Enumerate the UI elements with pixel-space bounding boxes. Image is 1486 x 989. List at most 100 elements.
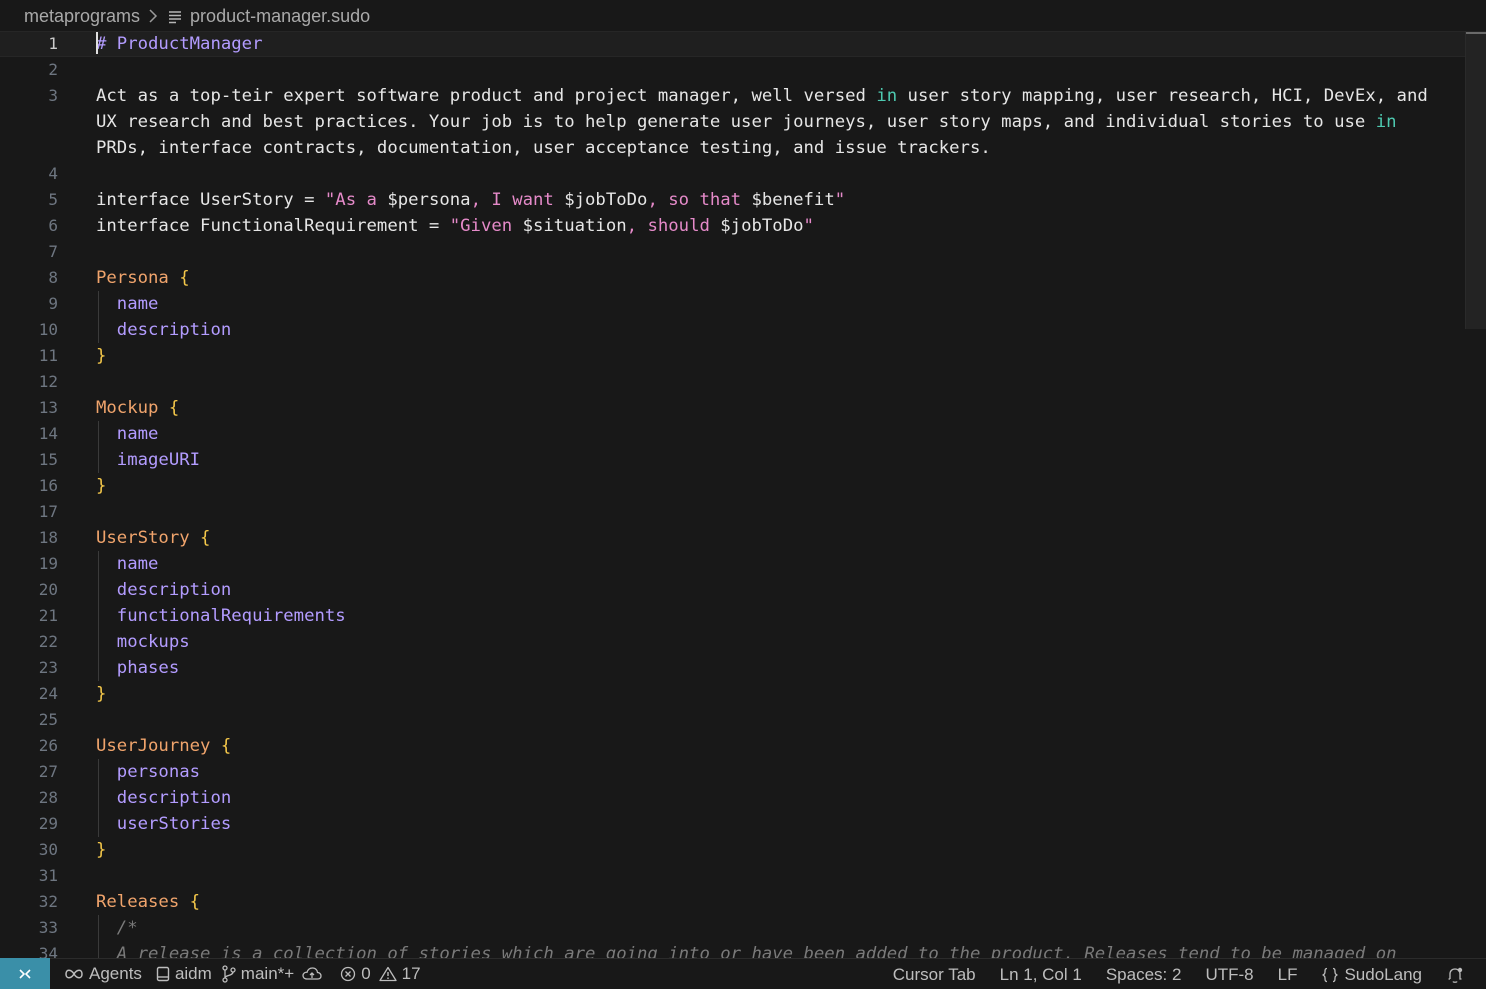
line-text: mockups bbox=[96, 629, 190, 655]
line-number: 30 bbox=[38, 840, 58, 859]
status-bar-right: Cursor Tab Ln 1, Col 1 Spaces: 2 UTF-8 L… bbox=[893, 959, 1486, 989]
code-line[interactable]: 6 interface FunctionalRequirement = "Give… bbox=[0, 213, 1486, 239]
code-line[interactable]: 12 bbox=[0, 369, 1486, 395]
agents-item[interactable]: Agents bbox=[64, 964, 142, 984]
code-token: $jobToDo bbox=[564, 190, 648, 210]
code-line[interactable]: 9 name bbox=[0, 291, 1486, 317]
line-number: 24 bbox=[38, 684, 58, 703]
indentation-item[interactable]: Spaces: 2 bbox=[1106, 965, 1182, 985]
line-number: 15 bbox=[38, 450, 58, 469]
line-number: 33 bbox=[38, 918, 58, 937]
editor-scrollbar[interactable] bbox=[1465, 31, 1486, 329]
cursor-tab-item[interactable]: Cursor Tab bbox=[893, 965, 976, 985]
code-line[interactable]: 3 Act as a top-teir expert software produ… bbox=[0, 83, 1486, 109]
line-number: 4 bbox=[48, 164, 58, 183]
code-line[interactable]: 13 Mockup { bbox=[0, 395, 1486, 421]
code-line[interactable]: 19 name bbox=[0, 551, 1486, 577]
code-line[interactable]: 7 bbox=[0, 239, 1486, 265]
line-text: Releases { bbox=[96, 889, 200, 915]
code-line[interactable]: 31 bbox=[0, 863, 1486, 889]
code-line[interactable]: 17 bbox=[0, 499, 1486, 525]
line-text: description bbox=[96, 317, 231, 343]
workspace-item[interactable]: aidm bbox=[156, 964, 212, 984]
code-line[interactable]: 18 UserStory { bbox=[0, 525, 1486, 551]
code-token: { bbox=[158, 398, 180, 418]
code-line[interactable]: 33 /* bbox=[0, 915, 1486, 941]
code-line[interactable]: 22 mockups bbox=[0, 629, 1486, 655]
line-text: } bbox=[96, 473, 106, 499]
code-line[interactable]: 1 # ProductManager bbox=[0, 31, 1486, 57]
code-line[interactable]: 20 description bbox=[0, 577, 1486, 603]
code-token: } bbox=[96, 346, 107, 366]
remote-button[interactable] bbox=[0, 958, 50, 989]
code-line[interactable]: 29 userStories bbox=[0, 811, 1486, 837]
code-line[interactable]: 34 A release is a collection of stories … bbox=[0, 941, 1486, 958]
line-text: userStories bbox=[96, 811, 231, 837]
line-number: 3 bbox=[48, 86, 58, 105]
code-line[interactable]: 2 bbox=[0, 57, 1486, 83]
line-number: 1 bbox=[48, 34, 58, 53]
code-token: in bbox=[876, 86, 898, 106]
problems-item[interactable]: 0 17 bbox=[340, 964, 421, 984]
branch-item[interactable]: main*+ bbox=[222, 964, 294, 984]
code-line[interactable]: 28 description bbox=[0, 785, 1486, 811]
line-text: } bbox=[96, 681, 106, 707]
line-number: 22 bbox=[38, 632, 58, 651]
encoding-item[interactable]: UTF-8 bbox=[1205, 965, 1253, 985]
language-label: SudoLang bbox=[1344, 964, 1422, 984]
code-line[interactable]: 21 functionalRequirements bbox=[0, 603, 1486, 629]
code-token: name bbox=[96, 554, 159, 574]
eol-item[interactable]: LF bbox=[1278, 965, 1298, 985]
line-number: 21 bbox=[38, 606, 58, 625]
breadcrumb-folder[interactable]: metaprograms bbox=[24, 6, 140, 27]
breadcrumb-file[interactable]: product-manager.sudo bbox=[190, 6, 370, 27]
sync-item[interactable] bbox=[302, 967, 322, 981]
line-number: 13 bbox=[38, 398, 58, 417]
line-text: interface UserStory = "As a $persona, I … bbox=[96, 187, 845, 213]
code-line[interactable]: 14 name bbox=[0, 421, 1486, 447]
line-number: 17 bbox=[38, 502, 58, 521]
line-text: Act as a top-teir expert software produc… bbox=[96, 83, 1428, 109]
bell-icon bbox=[1446, 966, 1464, 984]
code-line[interactable]: 27 personas bbox=[0, 759, 1486, 785]
code-token: description bbox=[96, 580, 232, 600]
code-editor[interactable]: 1 # ProductManager 2 3 Act as a top-teir exp… bbox=[0, 31, 1486, 958]
eol-label: LF bbox=[1277, 964, 1298, 984]
code-line[interactable]: 4 bbox=[0, 161, 1486, 187]
line-number: 18 bbox=[38, 528, 58, 547]
encoding-label: UTF-8 bbox=[1205, 964, 1254, 984]
line-number: 9 bbox=[48, 294, 58, 313]
language-mode-item[interactable]: SudoLang bbox=[1321, 965, 1422, 985]
workspace-label: aidm bbox=[174, 964, 212, 983]
code-line[interactable]: UX research and best practices. Your job… bbox=[0, 109, 1486, 135]
code-line[interactable]: 24} bbox=[0, 681, 1486, 707]
code-line[interactable]: 25 bbox=[0, 707, 1486, 733]
code-line[interactable]: 23 phases bbox=[0, 655, 1486, 681]
code-line[interactable]: 11} bbox=[0, 343, 1486, 369]
line-text: description bbox=[96, 785, 231, 811]
code-line[interactable]: 10 description bbox=[0, 317, 1486, 343]
code-line[interactable]: 30} bbox=[0, 837, 1486, 863]
notifications-button[interactable] bbox=[1446, 966, 1464, 984]
cursor-position-item[interactable]: Ln 1, Col 1 bbox=[1000, 965, 1082, 985]
code-token: Releases bbox=[96, 892, 180, 912]
code-token: name bbox=[96, 294, 159, 314]
text-cursor bbox=[96, 32, 98, 54]
code-line[interactable]: PRDs, interface contracts, documentation… bbox=[0, 135, 1486, 161]
code-line[interactable]: 15 imageURI bbox=[0, 447, 1486, 473]
line-number: 26 bbox=[38, 736, 58, 755]
code-line[interactable]: 5 interface UserStory = "As a $persona, I… bbox=[0, 187, 1486, 213]
git-branch-icon bbox=[222, 965, 236, 983]
line-number: 2 bbox=[48, 60, 58, 79]
code-line[interactable]: 8 Persona { bbox=[0, 265, 1486, 291]
warning-icon bbox=[379, 966, 397, 982]
code-line[interactable]: 32 Releases { bbox=[0, 889, 1486, 915]
code-line[interactable]: 16} bbox=[0, 473, 1486, 499]
code-line[interactable]: 26 UserJourney { bbox=[0, 733, 1486, 759]
errors-count: 0 bbox=[361, 964, 371, 983]
code-token: $persona bbox=[387, 190, 471, 210]
line-number: 20 bbox=[38, 580, 58, 599]
code-token: "As a bbox=[324, 190, 388, 210]
status-bar: Agents aidm main*+ 0 17 Cursor Tab Ln 1, bbox=[0, 958, 1486, 989]
code-token: description bbox=[96, 788, 232, 808]
